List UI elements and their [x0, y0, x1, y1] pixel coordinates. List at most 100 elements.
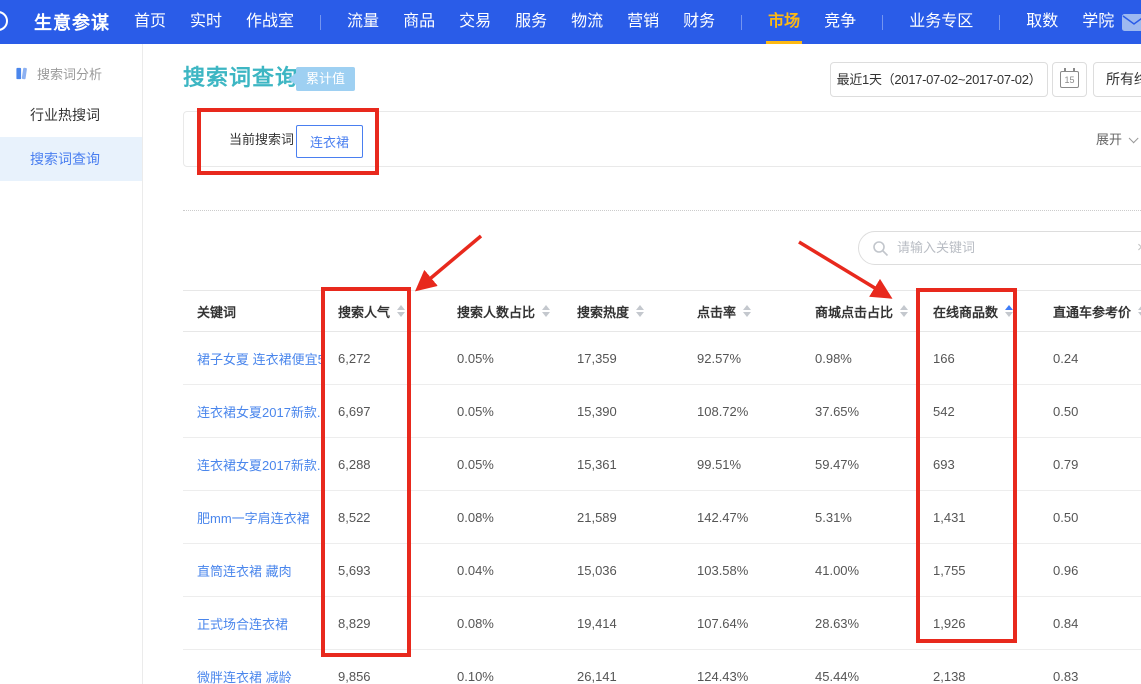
column-header-商城点击占比[interactable]: 商城点击占比: [801, 291, 919, 332]
column-header-直通车参考价[interactable]: 直通车参考价: [1039, 291, 1141, 332]
sort-down-arrow: [636, 312, 644, 317]
page-title: 搜索词查询: [183, 60, 298, 92]
column-header-搜索人数占比[interactable]: 搜索人数占比: [443, 291, 563, 332]
keyword-link[interactable]: 肥mm一字肩连衣裙: [197, 511, 310, 526]
sort-icon[interactable]: [636, 305, 644, 317]
column-header-搜索热度[interactable]: 搜索热度: [563, 291, 683, 332]
table-cell: 0.10%: [443, 650, 563, 684]
clear-icon[interactable]: ×: [1137, 232, 1141, 264]
search-icon: [872, 240, 889, 257]
nav-item-营销[interactable]: 营销: [615, 0, 671, 44]
nav-item-服务[interactable]: 服务: [503, 0, 559, 44]
column-header-label: 关键词: [197, 302, 236, 321]
sidebar-group-search-term-analysis[interactable]: 搜索词分析: [0, 44, 142, 83]
sort-icon[interactable]: [542, 305, 550, 317]
sort-up-arrow: [397, 305, 405, 310]
table-cell: 17,359: [563, 332, 683, 385]
table-cell: 108.72%: [683, 385, 801, 438]
nav-item-商品[interactable]: 商品: [391, 0, 447, 44]
keyword-search-input[interactable]: 请输入关键词 ×: [858, 231, 1141, 265]
nav-item-作战室[interactable]: 作战室: [234, 0, 306, 44]
table-row: 直筒连衣裙 藏肉5,6930.04%15,036103.58%41.00%1,7…: [183, 544, 1141, 597]
table-cell: 542: [919, 385, 1039, 438]
sort-down-arrow: [900, 312, 908, 317]
table-cell: 0.50: [1039, 385, 1141, 438]
table-cell: 0.50: [1039, 491, 1141, 544]
sidebar: 搜索词分析 行业热搜词搜索词查询: [0, 44, 143, 684]
calendar-day: 15: [1064, 75, 1074, 85]
nav-divider: [882, 15, 883, 30]
sort-down-arrow: [1005, 312, 1013, 317]
current-keyword-tag[interactable]: 连衣裙: [296, 125, 363, 158]
sidebar-group-label: 搜索词分析: [37, 64, 102, 83]
nav-item-竞争[interactable]: 竞争: [812, 0, 868, 44]
column-header-label: 点击率: [697, 302, 736, 321]
terminal-select[interactable]: 所有终端: [1093, 62, 1141, 97]
table-cell: 26,141: [563, 650, 683, 684]
nav-item-流量[interactable]: 流量: [335, 0, 391, 44]
table-cell: 9,856: [324, 650, 443, 684]
nav-item-财务[interactable]: 财务: [671, 0, 727, 44]
table-cell: 0.05%: [443, 385, 563, 438]
sidebar-item-行业热搜词[interactable]: 行业热搜词: [0, 93, 142, 137]
top-nav: 生意参谋 首页实时作战室流量商品交易服务物流营销财务市场竞争业务专区取数学院: [0, 0, 1141, 44]
column-header-搜索人气[interactable]: 搜索人气: [324, 291, 443, 332]
table-cell: 8,829: [324, 597, 443, 650]
nav-item-取数[interactable]: 取数: [1014, 0, 1070, 44]
table-cell: 45.44%: [801, 650, 919, 684]
table-cell: 0.08%: [443, 597, 563, 650]
table-cell: 1,926: [919, 597, 1039, 650]
table-cell: 0.04%: [443, 544, 563, 597]
table-cell: 6,697: [324, 385, 443, 438]
nav-item-市场[interactable]: 市场: [756, 0, 812, 44]
column-header-label: 搜索热度: [577, 302, 629, 321]
section-divider: [183, 210, 1141, 211]
sort-icon[interactable]: [1005, 305, 1013, 317]
nav-divider: [320, 15, 321, 30]
expand-link[interactable]: 展开: [1096, 112, 1135, 168]
nav-item-实时[interactable]: 实时: [178, 0, 234, 44]
sort-down-arrow: [743, 312, 751, 317]
table-row: 连衣裙女夏2017新款...6,2880.05%15,36199.51%59.4…: [183, 438, 1141, 491]
calendar-icon: 15: [1060, 71, 1079, 88]
nav-item-首页[interactable]: 首页: [122, 0, 178, 44]
keyword-cell: 直筒连衣裙 藏肉: [183, 544, 324, 597]
sort-icon[interactable]: [900, 305, 908, 317]
column-header-点击率[interactable]: 点击率: [683, 291, 801, 332]
keyword-link[interactable]: 裙子女夏 连衣裙便宜5...: [197, 352, 324, 367]
table-row: 正式场合连衣裙8,8290.08%19,414107.64%28.63%1,92…: [183, 597, 1141, 650]
nav-item-物流[interactable]: 物流: [559, 0, 615, 44]
table-cell: 0.79: [1039, 438, 1141, 491]
keyword-link[interactable]: 微胖连衣裙 减龄: [197, 670, 292, 684]
keyword-link[interactable]: 连衣裙女夏2017新款...: [197, 458, 324, 473]
keyword-cell: 连衣裙女夏2017新款...: [183, 438, 324, 491]
table-cell: 0.96: [1039, 544, 1141, 597]
sidebar-item-搜索词查询[interactable]: 搜索词查询: [0, 137, 142, 181]
table-cell: 15,361: [563, 438, 683, 491]
keyword-cell: 连衣裙女夏2017新款...: [183, 385, 324, 438]
mail-icon[interactable]: [1121, 13, 1141, 32]
app-logo[interactable]: 生意参谋: [34, 9, 110, 35]
table-cell: 59.47%: [801, 438, 919, 491]
table-cell: 166: [919, 332, 1039, 385]
sort-up-arrow: [1005, 305, 1013, 310]
table-cell: 6,272: [324, 332, 443, 385]
calendar-button[interactable]: 15: [1052, 62, 1087, 97]
column-header-在线商品数[interactable]: 在线商品数: [919, 291, 1039, 332]
nav-item-业务专区[interactable]: 业务专区: [897, 0, 985, 44]
table-row: 微胖连衣裙 减龄9,8560.10%26,141124.43%45.44%2,1…: [183, 650, 1141, 684]
keyword-link[interactable]: 正式场合连衣裙: [197, 617, 288, 632]
nav-item-交易[interactable]: 交易: [447, 0, 503, 44]
sort-icon[interactable]: [397, 305, 405, 317]
table-cell: 124.43%: [683, 650, 801, 684]
table-cell: 693: [919, 438, 1039, 491]
keyword-link[interactable]: 直筒连衣裙 藏肉: [197, 564, 292, 579]
date-range-picker[interactable]: 最近1天（2017-07-02~2017-07-02）: [830, 62, 1048, 97]
sort-icon[interactable]: [743, 305, 751, 317]
nav-item-学院[interactable]: 学院: [1070, 0, 1126, 44]
main-content: 搜索词查询 累计值 最近1天（2017-07-02~2017-07-02） 15…: [144, 44, 1141, 684]
keyword-link[interactable]: 连衣裙女夏2017新款...: [197, 405, 324, 420]
table-cell: 5,693: [324, 544, 443, 597]
table-cell: 99.51%: [683, 438, 801, 491]
table-cell: 15,036: [563, 544, 683, 597]
